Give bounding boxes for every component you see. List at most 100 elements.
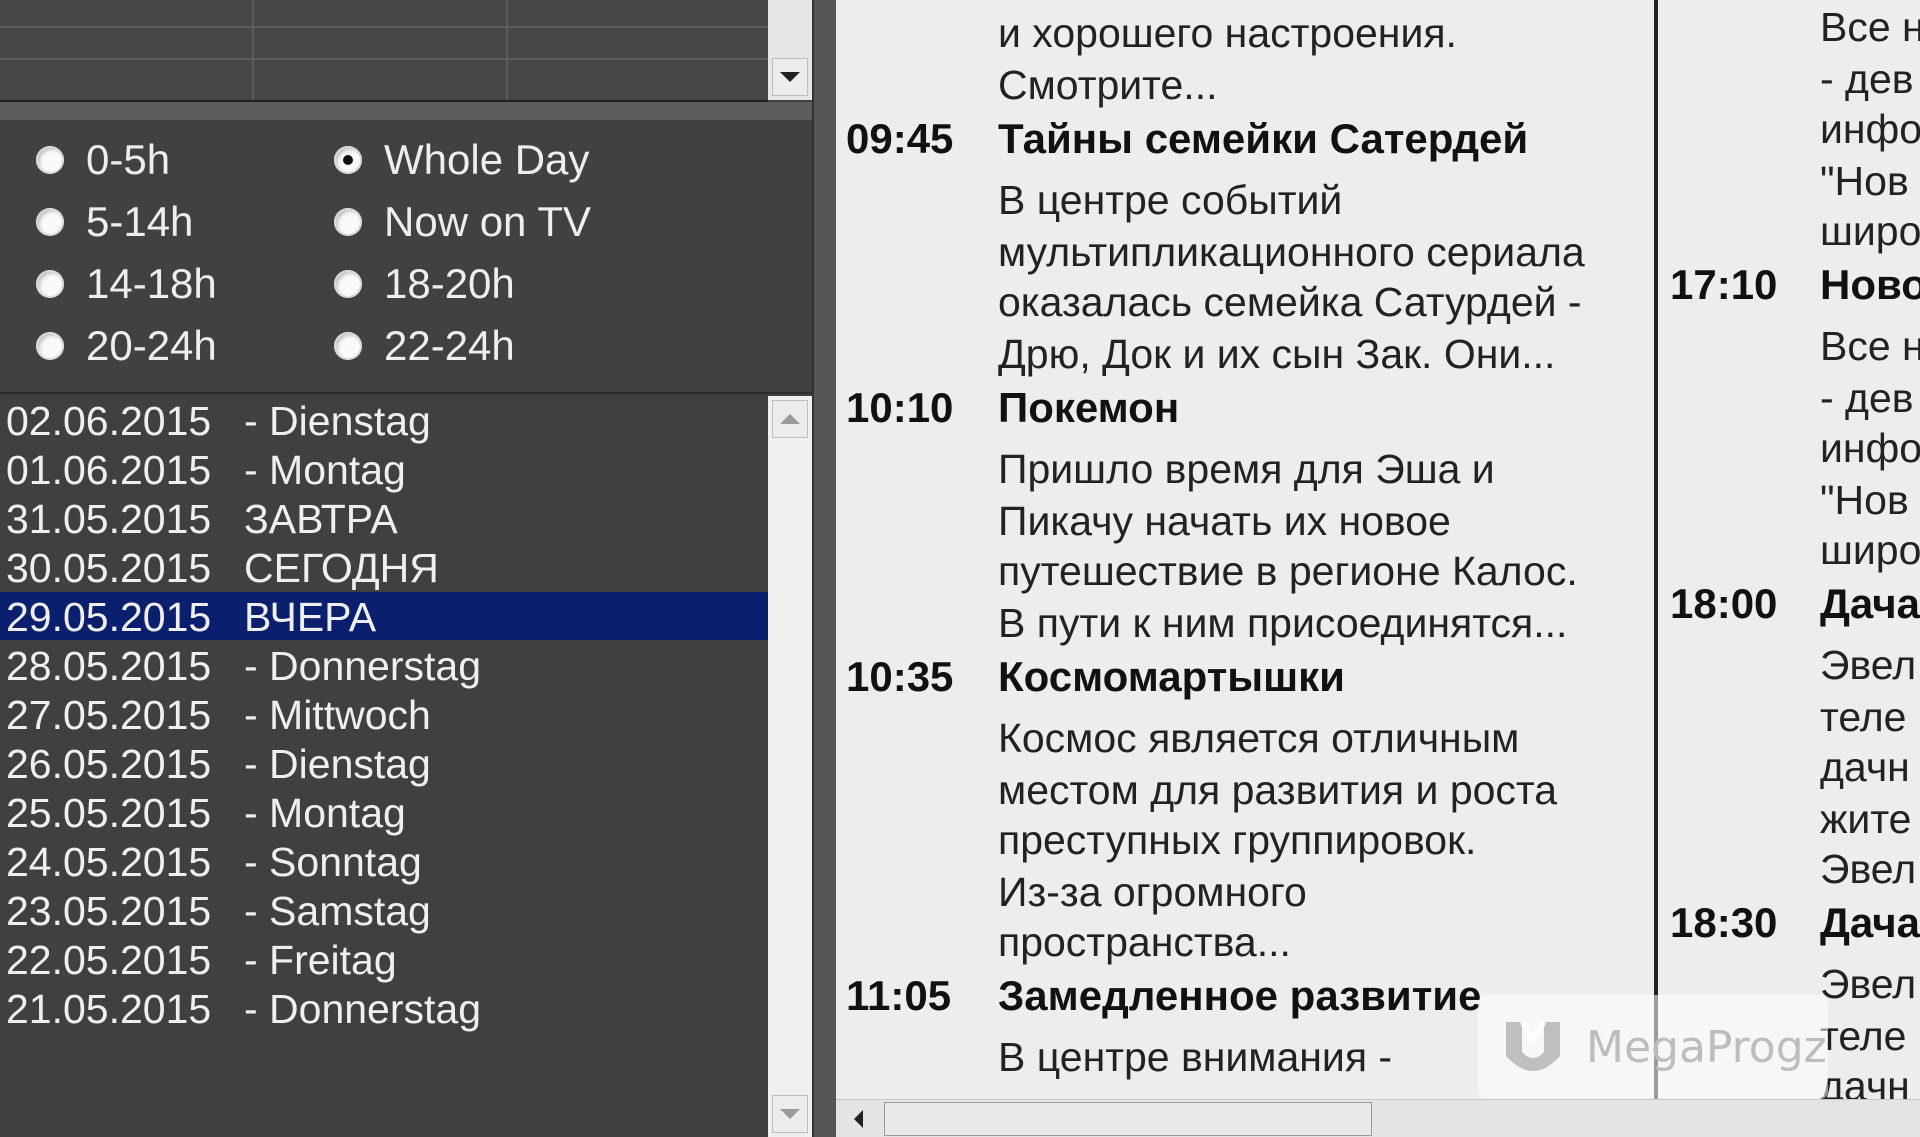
grid-line — [506, 0, 508, 100]
date-label: - Dienstag — [244, 741, 431, 787]
program-time: 18:30 — [1670, 899, 1778, 946]
radio-14-18h[interactable]: 14-18h — [36, 259, 217, 309]
program-title[interactable]: Тайны семейки Сатердей — [998, 115, 1528, 163]
program-description: Космос является отличным — [998, 715, 1520, 761]
date-list-item[interactable]: 21.05.2015 - Donnerstag — [0, 984, 768, 1032]
column-divider — [1654, 0, 1658, 1100]
program-description: Эвел — [1820, 961, 1917, 1007]
panel-separator — [0, 102, 812, 120]
program-description: Дрю, Док и их сын Зак. Они... — [998, 331, 1556, 377]
program-time: 10:35 — [846, 653, 954, 700]
radio-label: 18-20h — [384, 260, 515, 307]
radio-button-checked-icon[interactable] — [334, 146, 362, 174]
radio-22-24h[interactable]: 22-24h — [334, 321, 515, 371]
date-list[interactable]: 02.06.2015 - Dienstag 01.06.2015 - Monta… — [0, 396, 768, 1137]
program-title[interactable]: Замедленное развитие — [998, 972, 1481, 1020]
radio-label: Now on TV — [384, 198, 591, 245]
date-list-item[interactable]: 25.05.2015 - Montag — [0, 788, 768, 836]
date-value: 29.05.2015 — [6, 594, 212, 640]
program-time: 09:45 — [846, 115, 954, 162]
date-list-item-selected[interactable]: 29.05.2015 ВЧЕРА — [0, 592, 768, 640]
program-description: мультипликационного сериала — [998, 229, 1585, 275]
date-list-item[interactable]: 26.05.2015 - Dienstag — [0, 739, 768, 787]
program-description: широ — [1820, 208, 1920, 254]
program-description: "Нов — [1820, 477, 1909, 523]
program-description: инфо — [1820, 425, 1920, 471]
scroll-down-button[interactable] — [772, 1095, 808, 1133]
scroll-up-button[interactable] — [772, 400, 808, 438]
radio-label: 5-14h — [86, 198, 194, 245]
date-list-item[interactable]: 22.05.2015 - Freitag — [0, 935, 768, 983]
radio-18-20h[interactable]: 18-20h — [334, 259, 515, 309]
radio-button-icon[interactable] — [334, 208, 362, 236]
program-title[interactable]: Дача — [1820, 580, 1920, 628]
date-label: - Montag — [244, 790, 406, 836]
date-value: 01.06.2015 — [6, 447, 212, 493]
arrow-down-icon — [780, 72, 800, 82]
radio-label: 0-5h — [86, 136, 171, 183]
date-list-item[interactable]: 23.05.2015 - Samstag — [0, 886, 768, 934]
schedule-pane: и хорошего настроения. Смотрите... 09:45… — [836, 0, 1920, 1137]
program-description: Из-за огромного — [998, 869, 1307, 915]
date-label: - Donnerstag — [244, 986, 482, 1032]
horizontal-scrollbar[interactable] — [836, 1099, 1920, 1137]
program-description: Эвел — [1820, 846, 1917, 892]
program-title[interactable]: Ново — [1820, 261, 1920, 309]
arrow-left-icon — [853, 1110, 863, 1128]
date-label: - Sonntag — [244, 839, 422, 885]
program-description: Пришло время для Эша и — [998, 446, 1495, 492]
date-label: - Mittwoch — [244, 692, 431, 738]
date-label: - Montag — [244, 447, 406, 493]
date-list-item[interactable]: 01.06.2015 - Montag — [0, 445, 768, 493]
program-time: 18:00 — [1670, 580, 1778, 627]
radio-button-icon[interactable] — [36, 270, 64, 298]
program-title[interactable]: Дача — [1820, 899, 1920, 947]
radio-now-on-tv[interactable]: Now on TV — [334, 197, 591, 247]
arrow-up-icon — [780, 414, 800, 424]
date-list-item[interactable]: 28.05.2015 - Donnerstag — [0, 641, 768, 689]
megaprogz-logo-icon — [1506, 1020, 1560, 1071]
date-value: 02.06.2015 — [6, 398, 212, 444]
program-description: дачн — [1820, 744, 1910, 790]
program-description: пространства... — [998, 919, 1291, 965]
date-value: 28.05.2015 — [6, 643, 212, 689]
program-description: местом для развития и роста — [998, 767, 1558, 813]
program-description: Эвел — [1820, 642, 1917, 688]
program-description: широ — [1820, 527, 1920, 573]
date-value: 25.05.2015 — [6, 790, 212, 836]
program-description: В пути к ним присоединятся... — [998, 600, 1568, 646]
radio-0-5h[interactable]: 0-5h — [36, 135, 170, 185]
radio-20-24h[interactable]: 20-24h — [36, 321, 217, 371]
radio-label: Whole Day — [384, 136, 590, 183]
radio-button-icon[interactable] — [334, 270, 362, 298]
grid-line — [0, 58, 768, 60]
radio-button-icon[interactable] — [334, 332, 362, 360]
date-list-item[interactable]: 30.05.2015 СЕГОДНЯ — [0, 543, 768, 591]
program-description: жите — [1820, 796, 1912, 842]
date-list-scrollbar[interactable] — [768, 396, 812, 1137]
program-title[interactable]: Космомартышки — [998, 653, 1345, 701]
scroll-left-button[interactable] — [840, 1102, 876, 1136]
top-grid-scrollbar[interactable] — [768, 0, 812, 100]
date-label: - Samstag — [244, 888, 431, 934]
radio-button-icon[interactable] — [36, 332, 64, 360]
program-time: 11:05 — [846, 972, 952, 1019]
date-list-item[interactable]: 24.05.2015 - Sonntag — [0, 837, 768, 885]
pane-splitter[interactable] — [812, 0, 838, 1137]
date-label: - Dienstag — [244, 398, 431, 444]
program-title[interactable]: Покемон — [998, 384, 1179, 432]
program-description: Пикачу начать их новое — [998, 498, 1451, 544]
radio-button-icon[interactable] — [36, 146, 64, 174]
date-list-item[interactable]: 31.05.2015 ЗАВТРА — [0, 494, 768, 542]
top-grid — [0, 0, 768, 102]
date-label: ВЧЕРА — [244, 594, 377, 640]
radio-whole-day[interactable]: Whole Day — [334, 135, 589, 185]
date-value: 31.05.2015 — [6, 496, 212, 542]
scrollbar-thumb[interactable] — [884, 1102, 1372, 1136]
scroll-down-button[interactable] — [772, 58, 808, 96]
radio-5-14h[interactable]: 5-14h — [36, 197, 193, 247]
radio-button-icon[interactable] — [36, 208, 64, 236]
date-label: ЗАВТРА — [244, 496, 398, 542]
date-list-item[interactable]: 02.06.2015 - Dienstag — [0, 396, 768, 444]
date-list-item[interactable]: 27.05.2015 - Mittwoch — [0, 690, 768, 738]
